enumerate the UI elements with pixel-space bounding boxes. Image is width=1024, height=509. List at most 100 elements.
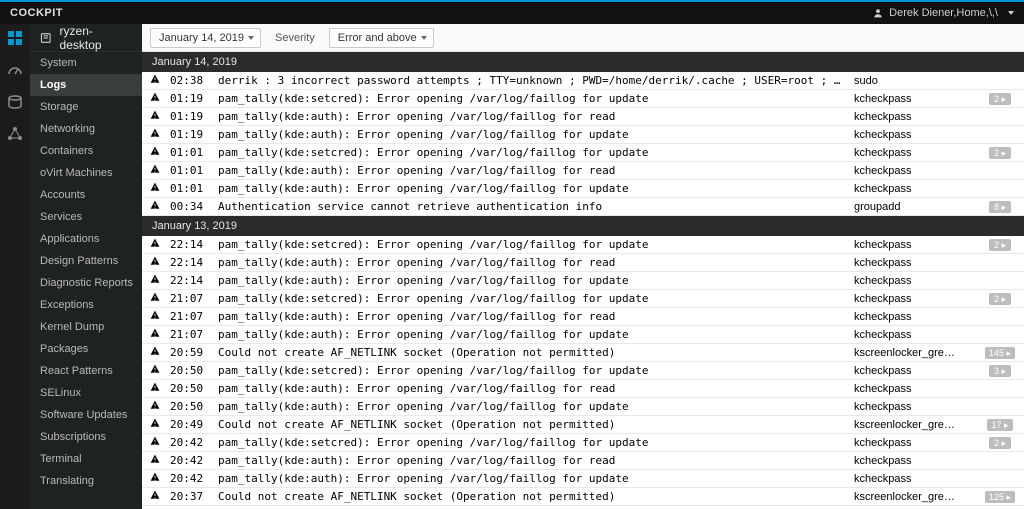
log-service: kcheckpass <box>854 93 974 105</box>
warning-icon <box>150 490 160 503</box>
log-time: 21:07 <box>170 328 208 341</box>
warning-icon <box>150 364 160 377</box>
user-menu[interactable]: Derek Diener,Home,\,\ <box>873 7 1014 19</box>
warning-icon <box>150 382 160 395</box>
sidebar-item-packages[interactable]: Packages <box>30 338 142 360</box>
log-service: kcheckpass <box>854 183 974 195</box>
log-service: kcheckpass <box>854 239 974 251</box>
sidebar-item-terminal[interactable]: Terminal <box>30 448 142 470</box>
chevron-down-icon <box>248 36 254 40</box>
log-row[interactable]: 20:37 Could not create AF_NETLINK socket … <box>142 488 1024 506</box>
sidebar-item-logs[interactable]: Logs <box>30 74 142 96</box>
log-count-badge: 2 ▸ <box>984 293 1016 305</box>
gauge-icon[interactable] <box>7 62 23 78</box>
sidebar-item-subscriptions[interactable]: Subscriptions <box>30 426 142 448</box>
log-row[interactable]: 21:07pam_tally(kde:setcred): Error openi… <box>142 290 1024 308</box>
log-day-header: January 14, 2019 <box>142 52 1024 72</box>
log-message: pam_tally(kde:auth): Error opening /var/… <box>218 454 844 467</box>
log-service: kscreenlocker_gre… <box>854 491 974 503</box>
log-row[interactable]: 20:49Could not create AF_NETLINK socket … <box>142 416 1024 434</box>
log-row[interactable]: 20:59Could not create AF_NETLINK socket … <box>142 344 1024 362</box>
log-day-header: January 13, 2019 <box>142 216 1024 236</box>
log-message: pam_tally(kde:auth): Error opening /var/… <box>218 328 844 341</box>
log-row[interactable]: 01:19pam_tally(kde:auth): Error opening … <box>142 108 1024 126</box>
log-list[interactable]: January 14, 201902:38derrik : 3 incorrec… <box>142 52 1024 509</box>
log-row[interactable]: 20:50pam_tally(kde:auth): Error opening … <box>142 380 1024 398</box>
log-message: pam_tally(kde:setcred): Error opening /v… <box>218 364 844 377</box>
warning-icon <box>150 436 160 449</box>
log-row[interactable]: 01:01pam_tally(kde:auth): Error opening … <box>142 162 1024 180</box>
date-filter[interactable]: January 14, 2019 <box>150 28 261 48</box>
log-row[interactable]: 01:01 pam_tally(kde:setcred): Error openi… <box>142 144 1024 162</box>
sidebar-item-kernel-dump[interactable]: Kernel Dump <box>30 316 142 338</box>
log-toolbar: January 14, 2019 Severity Error and abov… <box>142 24 1024 52</box>
log-service: sudo <box>854 75 974 87</box>
sidebar-item-exceptions[interactable]: Exceptions <box>30 294 142 316</box>
log-row[interactable]: 01:01pam_tally(kde:auth): Error opening … <box>142 180 1024 198</box>
log-row[interactable]: 02:38derrik : 3 incorrect password attem… <box>142 72 1024 90</box>
log-time: 01:01 <box>170 146 208 159</box>
log-row[interactable]: 01:19pam_tally(kde:setcred): Error openi… <box>142 90 1024 108</box>
log-service: kcheckpass <box>854 473 974 485</box>
dashboard-icon[interactable] <box>7 30 23 46</box>
log-time: 02:38 <box>170 74 208 87</box>
sidebar-item-translating[interactable]: Translating <box>30 470 142 492</box>
log-time: 01:19 <box>170 128 208 141</box>
log-row[interactable]: 20:50 pam_tally(kde:setcred): Error openi… <box>142 362 1024 380</box>
main-pane: January 14, 2019 Severity Error and abov… <box>142 24 1024 509</box>
log-row[interactable]: 21:07pam_tally(kde:auth): Error opening … <box>142 308 1024 326</box>
sidebar-item-networking[interactable]: Networking <box>30 118 142 140</box>
log-row[interactable]: 00:34Authentication service cannot retri… <box>142 198 1024 216</box>
log-time: 22:14 <box>170 256 208 269</box>
log-message: pam_tally(kde:auth): Error opening /var/… <box>218 382 844 395</box>
sidebar-item-services[interactable]: Services <box>30 206 142 228</box>
log-message: pam_tally(kde:setcred): Error opening /v… <box>218 146 844 159</box>
log-time: 20:50 <box>170 364 208 377</box>
sidebar-item-accounts[interactable]: Accounts <box>30 184 142 206</box>
log-count-badge: 125 ▸ <box>984 491 1016 503</box>
log-count-badge: 2 ▸ <box>984 147 1016 159</box>
log-row[interactable]: 21:07 pam_tally(kde:auth): Error opening … <box>142 326 1024 344</box>
sidebar-item-selinux[interactable]: SELinux <box>30 382 142 404</box>
sidebar-item-ovirt-machines[interactable]: oVirt Machines <box>30 162 142 184</box>
log-row[interactable]: 01:19pam_tally(kde:auth): Error opening … <box>142 126 1024 144</box>
user-icon <box>873 8 883 18</box>
log-message: Could not create AF_NETLINK socket (Oper… <box>218 490 844 503</box>
log-time: 20:42 <box>170 436 208 449</box>
log-row[interactable]: 20:42pam_tally(kde:setcred): Error openi… <box>142 434 1024 452</box>
log-time: 21:07 <box>170 292 208 305</box>
host-selector[interactable]: ryzen-desktop <box>30 24 142 52</box>
severity-filter[interactable]: Error and above <box>329 28 434 48</box>
log-row[interactable]: 22:14pam_tally(kde:setcred): Error openi… <box>142 236 1024 254</box>
log-row[interactable]: 20:42 pam_tally(kde:auth): Error opening … <box>142 452 1024 470</box>
log-time: 00:34 <box>170 200 208 213</box>
log-row[interactable]: 22:14pam_tally(kde:auth): Error opening … <box>142 272 1024 290</box>
log-row[interactable]: 22:14pam_tally(kde:auth): Error opening … <box>142 254 1024 272</box>
sidebar-item-storage[interactable]: Storage <box>30 96 142 118</box>
sidebar-item-applications[interactable]: Applications <box>30 228 142 250</box>
log-time: 20:42 <box>170 454 208 467</box>
chevron-down-icon <box>421 36 427 40</box>
sidebar-item-software-updates[interactable]: Software Updates <box>30 404 142 426</box>
log-time: 20:50 <box>170 400 208 413</box>
sidebar-item-react-patterns[interactable]: React Patterns <box>30 360 142 382</box>
network-icon[interactable] <box>7 126 23 142</box>
sidebar-item-diagnostic-reports[interactable]: Diagnostic Reports <box>30 272 142 294</box>
warning-icon <box>150 454 160 467</box>
brand: COCKPIT <box>10 7 63 19</box>
storage-icon[interactable] <box>7 94 23 110</box>
sidebar-item-system[interactable]: System <box>30 52 142 74</box>
chevron-down-icon <box>1008 11 1014 15</box>
sidebar-item-design-patterns[interactable]: Design Patterns <box>30 250 142 272</box>
log-message: pam_tally(kde:auth): Error opening /var/… <box>218 472 844 485</box>
log-message: pam_tally(kde:auth): Error opening /var/… <box>218 164 844 177</box>
log-time: 01:01 <box>170 182 208 195</box>
sidebar-item-containers[interactable]: Containers <box>30 140 142 162</box>
log-row[interactable]: 20:50pam_tally(kde:auth): Error opening … <box>142 398 1024 416</box>
log-time: 20:37 <box>170 490 208 503</box>
icon-rail <box>0 24 30 509</box>
log-service: kcheckpass <box>854 311 974 323</box>
log-count-badge: 2 ▸ <box>984 239 1016 251</box>
log-row[interactable]: 20:42pam_tally(kde:auth): Error opening … <box>142 470 1024 488</box>
log-service: kcheckpass <box>854 329 974 341</box>
